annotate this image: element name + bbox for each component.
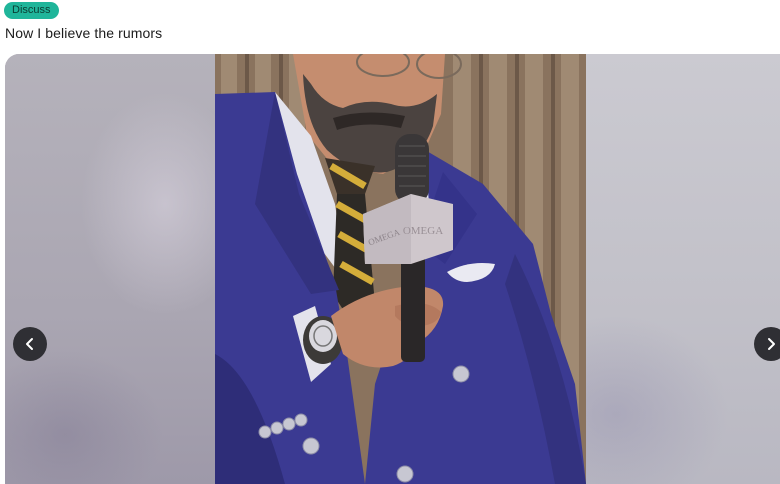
mic-brand-label-side: OMEGA	[367, 227, 402, 248]
mic-brand-label: OMEGA	[403, 225, 443, 237]
gallery-prev-button[interactable]	[13, 327, 47, 361]
chevron-left-icon	[26, 338, 33, 350]
post-flair-badge[interactable]: Discuss	[4, 2, 59, 19]
image-gallery[interactable]: OMEGA OMEGA	[5, 54, 780, 484]
post-title[interactable]: Now I believe the rumors	[5, 25, 162, 41]
gallery-next-button[interactable]	[754, 327, 780, 361]
gallery-image[interactable]: OMEGA OMEGA	[215, 54, 586, 484]
blurred-background-right	[586, 54, 780, 484]
blurred-background-left	[5, 54, 215, 484]
chevron-right-icon	[768, 338, 775, 350]
